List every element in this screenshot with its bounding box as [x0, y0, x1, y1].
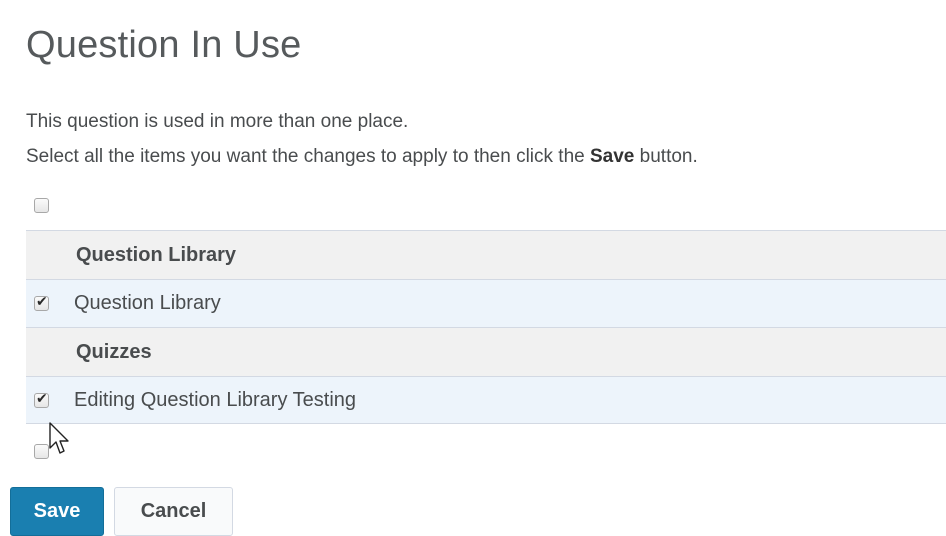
item-label: Question Library: [74, 292, 221, 314]
table-row[interactable]: Editing Question Library Testing: [26, 376, 946, 424]
save-keyword: Save: [590, 146, 635, 167]
item-checkbox[interactable]: [34, 391, 49, 408]
page-title: Question In Use: [26, 24, 302, 66]
description-line-1: This question is used in more than one p…: [26, 111, 409, 132]
description-text: Select all the items you want the change…: [26, 146, 590, 167]
cancel-button[interactable]: Cancel: [114, 487, 233, 536]
table-row[interactable]: Question Library: [26, 279, 946, 327]
item-label: Editing Question Library Testing: [74, 389, 357, 411]
select-all-checkbox-bottom[interactable]: [34, 444, 49, 459]
description-line-2: Select all the items you want the change…: [26, 146, 698, 168]
item-checkbox[interactable]: [34, 294, 49, 311]
save-button[interactable]: Save: [10, 487, 104, 536]
group-header-question-library: Question Library: [26, 230, 946, 279]
group-label: Question Library: [76, 244, 237, 266]
group-header-quizzes: Quizzes: [26, 327, 946, 376]
description-text-end: button.: [634, 146, 698, 167]
group-label: Quizzes: [76, 341, 152, 363]
select-all-checkbox-top[interactable]: [34, 198, 49, 213]
mouse-pointer-icon: [49, 422, 69, 454]
